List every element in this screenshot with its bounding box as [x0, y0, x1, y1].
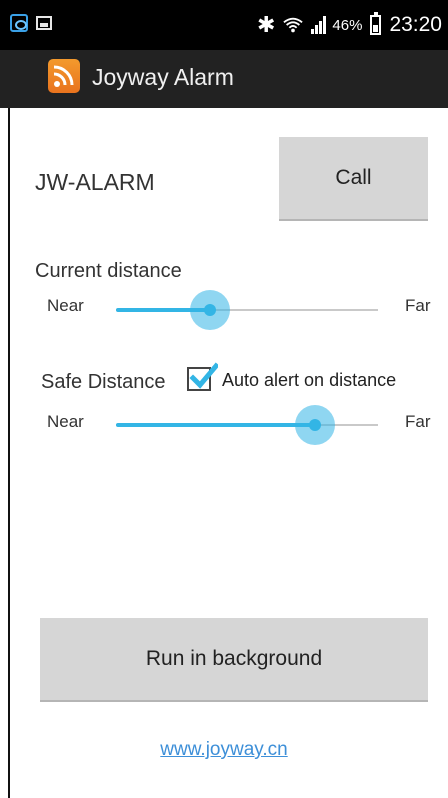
image-icon [36, 16, 52, 30]
call-button[interactable]: Call [279, 137, 428, 221]
slider-progress [116, 423, 315, 427]
run-in-background-button[interactable]: Run in background [40, 618, 428, 702]
current-distance-far-label: Far [405, 296, 431, 315]
website-link[interactable]: www.joyway.cn [0, 739, 448, 761]
app-title: Joyway Alarm [92, 64, 234, 90]
auto-alert-checkbox[interactable] [187, 362, 218, 391]
current-distance-slider[interactable] [116, 290, 378, 330]
battery-percent: 46% [332, 16, 363, 34]
system-icons: ✱ 46% 23:20 [257, 12, 442, 38]
safe-distance-slider[interactable] [116, 405, 378, 445]
clock: 23:20 [389, 13, 442, 36]
current-distance-label: Current distance [35, 260, 182, 282]
battery-icon [370, 12, 382, 35]
status-bar: ✱ 46% 23:20 [0, 0, 448, 50]
wifi-icon [283, 17, 304, 33]
cloud-sync-icon [10, 14, 28, 32]
action-bar: Joyway Alarm [0, 50, 448, 108]
safe-distance-near-label: Near [47, 412, 84, 431]
safe-distance-far-label: Far [405, 412, 431, 431]
rss-app-icon[interactable] [48, 59, 80, 93]
signal-icon [311, 16, 327, 34]
main-content: JW-ALARM Call Current distance Near Far … [0, 108, 448, 798]
bluetooth-icon: ✱ [256, 12, 276, 37]
safe-distance-label: Safe Distance [41, 371, 166, 393]
current-distance-near-label: Near [47, 296, 84, 315]
slider-thumb[interactable] [190, 290, 230, 330]
auto-alert-label[interactable]: Auto alert on distance [222, 370, 396, 391]
notification-icons [10, 14, 52, 32]
slider-thumb[interactable] [295, 405, 335, 445]
checkmark-icon [189, 362, 218, 389]
device-name: JW-ALARM [35, 169, 155, 195]
